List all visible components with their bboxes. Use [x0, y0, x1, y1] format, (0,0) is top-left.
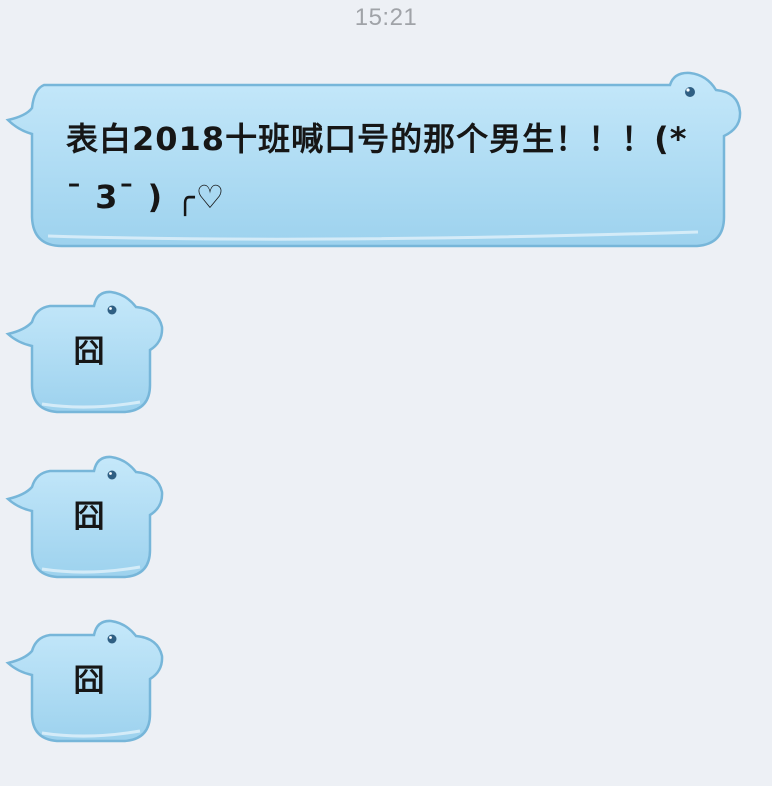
message-bubble-3[interactable]: 囧: [5, 455, 168, 581]
message-text: 囧: [73, 663, 105, 699]
message-timestamp: 15:21: [354, 4, 418, 31]
message-bubble-1[interactable]: 表白2018十班喊口号的那个男生！！！(*¯ 3¯ ) ╭♡: [5, 71, 746, 254]
message-text: 囧: [73, 499, 105, 535]
message-text: 表白2018十班喊口号的那个男生！！！(*¯ 3¯ ) ╭♡: [66, 120, 688, 216]
message-bubble-4[interactable]: 囧: [5, 619, 168, 745]
message-text: 囧: [73, 334, 105, 370]
message-bubble-2[interactable]: 囧: [5, 290, 168, 416]
